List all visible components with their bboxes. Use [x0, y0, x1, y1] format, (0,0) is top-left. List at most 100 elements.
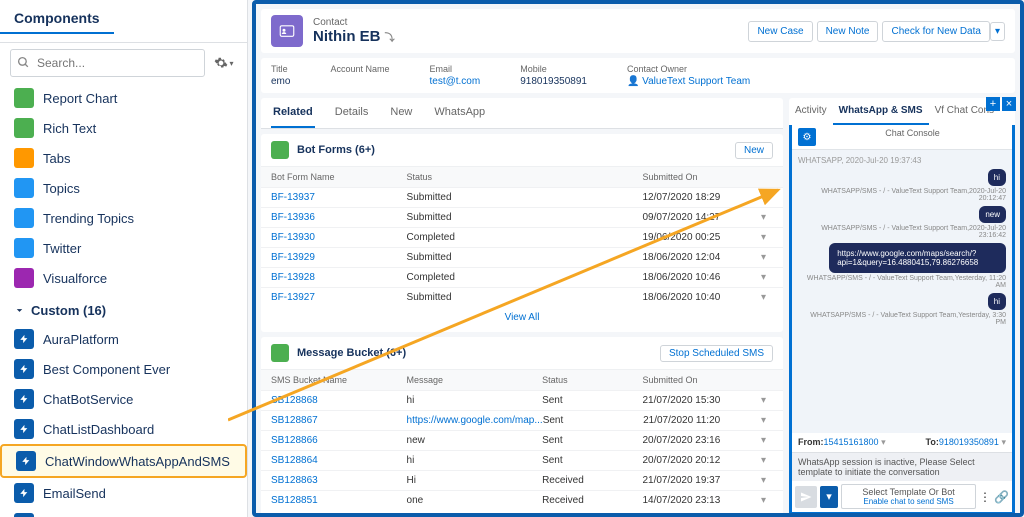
row-menu-button[interactable]: ▾: [761, 475, 773, 486]
component-item[interactable]: Report Chart: [0, 83, 247, 113]
card-action-button[interactable]: New: [735, 142, 773, 159]
cell[interactable]: BF-13937: [271, 192, 407, 203]
cell: 19/06/2020 00:25: [642, 232, 761, 243]
component-item[interactable]: Tabs: [0, 143, 247, 173]
row-menu-button[interactable]: ▾: [761, 435, 773, 446]
column-header: Submitted On: [642, 172, 773, 182]
field-value[interactable]: 👤 ValueText Support Team: [627, 76, 750, 87]
template-select[interactable]: Select Template Or Bot Enable chat to se…: [841, 484, 976, 509]
row-menu-button[interactable]: ▾: [761, 252, 773, 263]
component-icon: [14, 268, 34, 288]
component-label: Topics: [43, 181, 80, 196]
right-tab[interactable]: Activity: [789, 98, 833, 125]
cell[interactable]: BF-13936: [271, 212, 407, 223]
row-menu-button[interactable]: ▾: [761, 292, 773, 303]
chevron-down-icon: [14, 305, 25, 316]
search-icon: [17, 56, 30, 69]
template-menu-icon[interactable]: ⋮: [979, 490, 991, 504]
table-row: SB128868hiSent21/07/2020 15:30▾: [261, 390, 783, 410]
component-label: Trending Topics: [43, 211, 134, 226]
row-menu-button[interactable]: ▾: [761, 212, 773, 223]
to-number[interactable]: 918019350891: [939, 437, 999, 447]
cell: hi: [407, 395, 543, 406]
cell[interactable]: SB128868: [271, 395, 407, 406]
field-value[interactable]: test@t.com: [429, 76, 480, 87]
search-input[interactable]: [10, 49, 205, 77]
custom-component-item[interactable]: ChatBotService: [0, 384, 247, 414]
cell[interactable]: SB128866: [271, 435, 407, 446]
cell: Sent: [542, 455, 642, 466]
custom-component-item[interactable]: AuraPlatform: [0, 324, 247, 354]
from-number[interactable]: 15415161800: [824, 437, 879, 447]
header-action-button[interactable]: New Note: [817, 21, 879, 42]
lightning-icon: [14, 389, 34, 409]
chat-bubble-out: hi: [988, 293, 1006, 310]
component-item[interactable]: Twitter: [0, 233, 247, 263]
right-tab[interactable]: WhatsApp & SMS: [833, 98, 929, 125]
cell[interactable]: SB128863: [271, 475, 407, 486]
cell: Sent: [543, 415, 643, 426]
row-menu-button[interactable]: ▾: [761, 415, 773, 426]
custom-component-item[interactable]: EmailSend: [0, 478, 247, 508]
components-panel: Components ▾ Report ChartRich TextTabs To…: [0, 0, 248, 517]
cell[interactable]: BF-13930: [271, 232, 407, 243]
highlights-panel: TitleemoAccount NameEmailtest@t.comMobil…: [261, 58, 1015, 93]
record-tab[interactable]: New: [388, 98, 414, 128]
message-timestamp: WHATSAPP, 2020-Jul-20 19:37:43: [798, 156, 1006, 165]
cell: Hi: [407, 475, 543, 486]
row-menu-button[interactable]: ▾: [761, 272, 773, 283]
row-menu-button[interactable]: ▾: [761, 395, 773, 406]
custom-component-item[interactable]: ChatListDashboard: [0, 414, 247, 444]
hierarchy-icon[interactable]: ⤵: [385, 33, 395, 44]
cell: Submitted: [407, 292, 543, 303]
send-options-button[interactable]: ▾: [820, 486, 838, 508]
cell[interactable]: SB128864: [271, 455, 407, 466]
session-notice: WhatsApp session is inactive, Please Sel…: [792, 452, 1012, 481]
component-item[interactable]: Rich Text: [0, 113, 247, 143]
cell[interactable]: SB128851: [271, 495, 407, 506]
component-label: Twitter: [43, 241, 81, 256]
card-action-button[interactable]: Stop Scheduled SMS: [660, 345, 773, 362]
table-row: SB128851oneReceived14/07/2020 23:13▾: [261, 490, 783, 510]
send-button[interactable]: [795, 486, 817, 508]
header-action-button[interactable]: Check for New Data: [882, 21, 989, 42]
component-label: Best Component Ever: [43, 362, 170, 377]
custom-component-item[interactable]: ChatWindowWhatsAppAndSMS: [0, 444, 247, 478]
component-label: ChatBotService: [43, 392, 133, 407]
custom-section-header[interactable]: Custom (16): [0, 293, 247, 324]
header-action-button[interactable]: New Case: [748, 21, 812, 42]
add-tab-button[interactable]: +: [986, 97, 1000, 111]
record-tab[interactable]: WhatsApp: [432, 98, 487, 128]
cell[interactable]: SB128867: [271, 415, 407, 426]
cell[interactable]: BF-13928: [271, 272, 407, 283]
settings-gear-button[interactable]: ▾: [211, 50, 237, 76]
close-tab-button[interactable]: ×: [1002, 97, 1016, 111]
record-tab[interactable]: Details: [333, 98, 371, 128]
row-menu-button[interactable]: ▾: [761, 495, 773, 506]
cell[interactable]: https://www.google.com/map...: [407, 415, 543, 426]
row-menu-button[interactable]: ▾: [761, 192, 773, 203]
chat-settings-button[interactable]: ⚙: [798, 128, 816, 146]
custom-component-item[interactable]: Best Component Ever: [0, 354, 247, 384]
highlight-field: Account Name: [330, 64, 389, 87]
component-item[interactable]: Visualforce: [0, 263, 247, 293]
view-all-link[interactable]: View All: [261, 510, 783, 515]
cell: 21/07/2020 15:30: [642, 395, 761, 406]
record-canvas: Contact Nithin EB ⤵ New CaseNew NoteChec…: [252, 0, 1024, 517]
attachment-button[interactable]: 🔗: [994, 490, 1009, 504]
record-tab[interactable]: Related: [271, 98, 315, 128]
component-item[interactable]: Topics: [0, 173, 247, 203]
lightning-icon: [14, 483, 34, 503]
custom-component-item[interactable]: MobileAppLicense: [0, 508, 247, 517]
table-row: BF-13928Completed18/06/2020 10:46▾: [261, 267, 783, 287]
row-menu-button[interactable]: ▾: [761, 455, 773, 466]
header-overflow-button[interactable]: ▾: [990, 22, 1005, 41]
components-header: Components: [0, 0, 114, 34]
cell[interactable]: BF-13929: [271, 252, 407, 263]
row-menu-button[interactable]: ▾: [761, 232, 773, 243]
view-all-link[interactable]: View All: [261, 307, 783, 328]
component-label: EmailSend: [43, 486, 106, 501]
cell[interactable]: BF-13927: [271, 292, 407, 303]
component-item[interactable]: Trending Topics: [0, 203, 247, 233]
column-header: SMS Bucket Name: [271, 375, 407, 385]
